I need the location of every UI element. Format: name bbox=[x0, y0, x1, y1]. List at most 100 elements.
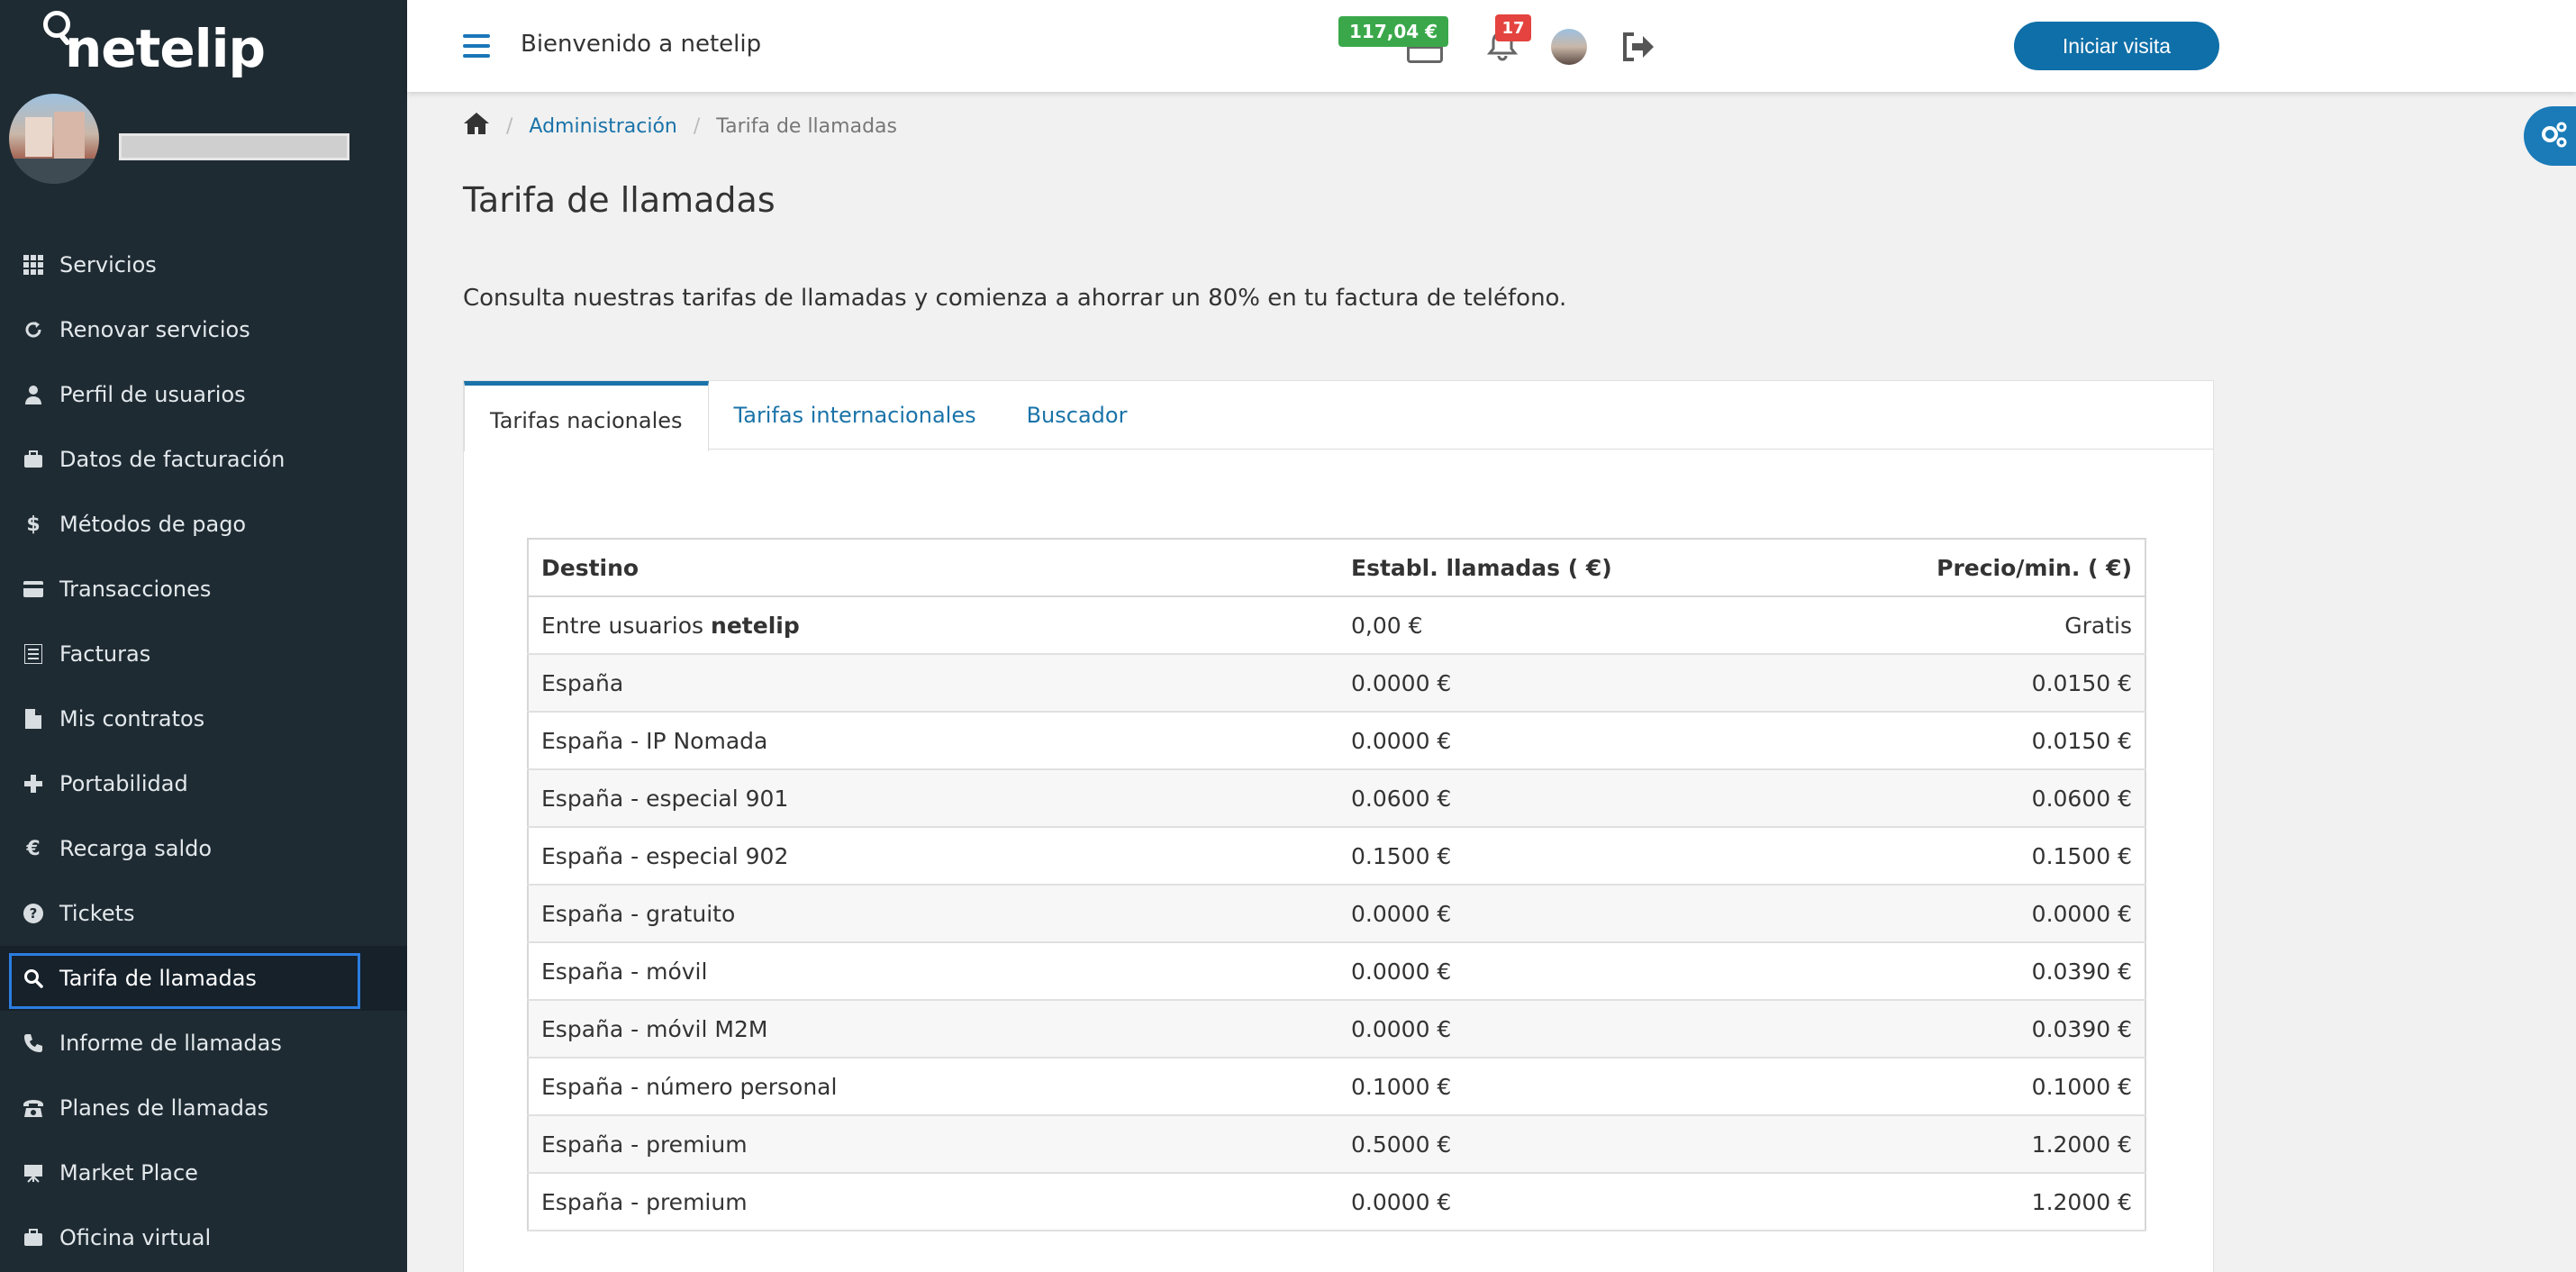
user-avatar[interactable] bbox=[9, 94, 99, 184]
balance-badge[interactable]: 117,04 € bbox=[1338, 16, 1449, 47]
phone-icon bbox=[22, 1031, 45, 1055]
cell-destino: España - móvil bbox=[528, 942, 1338, 1001]
sidebar-item-tarifa-llamadas[interactable]: Tarifa de llamadas bbox=[0, 946, 407, 1011]
cogs-icon bbox=[2537, 118, 2570, 154]
cell-precio: 0.1000 € bbox=[1717, 1058, 2145, 1116]
cell-destino: España - premium bbox=[528, 1173, 1338, 1231]
header-destino: Destino bbox=[528, 539, 1338, 597]
cell-destino: España - especial 902 bbox=[528, 827, 1338, 886]
sidebar-item-label: Oficina virtual bbox=[59, 1225, 212, 1250]
briefcase-icon bbox=[22, 448, 45, 471]
sidebar-item-facturas[interactable]: Facturas bbox=[0, 622, 407, 686]
sidebar-item-label: Planes de llamadas bbox=[59, 1095, 269, 1121]
sidebar-item-mis-contratos[interactable]: Mis contratos bbox=[0, 686, 407, 751]
welcome-text: Bienvenido a netelip bbox=[521, 31, 762, 58]
sidebar-item-tickets[interactable]: ? Tickets bbox=[0, 881, 407, 946]
user-menu-avatar[interactable] bbox=[1551, 29, 1587, 65]
sidebar-item-label: Portabilidad bbox=[59, 771, 188, 796]
cell-destino: España bbox=[528, 654, 1338, 713]
sidebar-item-portabilidad[interactable]: Portabilidad bbox=[0, 751, 407, 816]
telephone-icon bbox=[22, 1096, 45, 1120]
sidebar-item-label: Datos de facturación bbox=[59, 447, 286, 472]
cell-destino: España - número personal bbox=[528, 1058, 1338, 1116]
sidebar-item-label: Tickets bbox=[59, 901, 135, 926]
cell-destino: España - móvil M2M bbox=[528, 1000, 1338, 1058]
sidebar-item-renovar-servicios[interactable]: Renovar servicios bbox=[0, 297, 407, 362]
sidebar-item-servicios[interactable]: Servicios bbox=[0, 232, 407, 297]
sidebar-item-oficina-virtual[interactable]: Oficina virtual bbox=[0, 1205, 407, 1270]
sidebar-item-label: Informe de llamadas bbox=[59, 1031, 282, 1056]
cell-precio: 1.2000 € bbox=[1717, 1173, 2145, 1231]
home-icon[interactable] bbox=[463, 112, 490, 141]
cell-establecimiento: 0.1000 € bbox=[1338, 1058, 1717, 1116]
tab-tarifas-internacionales[interactable]: Tarifas internacionales bbox=[709, 381, 1002, 450]
sidebar-item-label: Tarifa de llamadas bbox=[59, 966, 257, 991]
sidebar-item-label: Perfil de usuarios bbox=[59, 382, 246, 407]
file-icon bbox=[22, 707, 45, 731]
cell-establecimiento: 0.0000 € bbox=[1338, 712, 1717, 770]
sidebar-item-recarga-saldo[interactable]: € Recarga saldo bbox=[0, 816, 407, 881]
sidebar-item-datos-facturacion[interactable]: Datos de facturación bbox=[0, 427, 407, 492]
sidebar: netelip Servicios Renovar servicios Perf… bbox=[0, 0, 407, 1272]
breadcrumb: / Administración / Tarifa de llamadas bbox=[463, 112, 897, 141]
cell-establecimiento: 0.0000 € bbox=[1338, 1000, 1717, 1058]
sidebar-item-market-place[interactable]: Market Place bbox=[0, 1140, 407, 1205]
sidebar-item-informe-llamadas[interactable]: Informe de llamadas bbox=[0, 1011, 407, 1076]
cell-precio: 0.0000 € bbox=[1717, 885, 2145, 943]
user-icon bbox=[22, 383, 45, 406]
sidebar-item-label: Renovar servicios bbox=[59, 317, 250, 342]
sidebar-item-label: Recarga saldo bbox=[59, 836, 213, 861]
cell-precio: 0.0390 € bbox=[1717, 942, 2145, 1001]
table-row: España - gratuito 0.0000 € 0.0000 € bbox=[528, 885, 2145, 943]
svg-text:?: ? bbox=[30, 905, 38, 922]
dollar-icon: $ bbox=[26, 513, 41, 536]
rates-panel: Tarifas nacionales Tarifas internacional… bbox=[463, 380, 2214, 1272]
sidebar-item-label: Métodos de pago bbox=[59, 512, 247, 537]
sidebar-item-label: Transacciones bbox=[59, 577, 212, 602]
cell-destino: España - especial 901 bbox=[528, 769, 1338, 828]
sidebar-item-planes-llamadas[interactable]: Planes de llamadas bbox=[0, 1076, 407, 1140]
start-tour-button[interactable]: Iniciar visita bbox=[2014, 22, 2219, 70]
header-establecimiento: Establ. llamadas ( €) bbox=[1338, 539, 1717, 597]
cell-establecimiento: 0.1500 € bbox=[1338, 827, 1717, 886]
grid-icon bbox=[22, 253, 45, 277]
user-name-redacted bbox=[119, 133, 349, 160]
tab-tarifas-nacionales[interactable]: Tarifas nacionales bbox=[464, 381, 709, 451]
list-icon bbox=[22, 642, 45, 666]
tab-buscador[interactable]: Buscador bbox=[1002, 381, 1153, 450]
header-precio-minuto: Precio/min. ( €) bbox=[1717, 539, 2145, 597]
plus-icon bbox=[22, 772, 45, 795]
table-row: España - premium 0.0000 € 1.2000 € bbox=[528, 1173, 2145, 1231]
page-title: Tarifa de llamadas bbox=[463, 180, 776, 220]
cell-establecimiento: 0.0600 € bbox=[1338, 769, 1717, 828]
cell-destino: España - gratuito bbox=[528, 885, 1338, 943]
sidebar-item-perfil-usuarios[interactable]: Perfil de usuarios bbox=[0, 362, 407, 427]
refresh-icon bbox=[22, 318, 45, 341]
cell-destino: España - premium bbox=[528, 1115, 1338, 1174]
table-row: España - especial 901 0.0600 € 0.0600 € bbox=[528, 769, 2145, 828]
sidebar-item-label: Facturas bbox=[59, 641, 151, 667]
cell-establecimiento: 0,00 € bbox=[1338, 596, 1717, 655]
credit-card-icon bbox=[22, 577, 45, 601]
table-row: España - número personal 0.1000 € 0.1000… bbox=[528, 1058, 2145, 1116]
table-row: España 0.0000 € 0.0150 € bbox=[528, 654, 2145, 713]
menu-toggle-icon[interactable] bbox=[463, 34, 490, 58]
sidebar-item-label: Market Place bbox=[59, 1160, 198, 1186]
cell-precio: 0.0150 € bbox=[1717, 712, 2145, 770]
logout-icon[interactable] bbox=[1619, 31, 1655, 63]
briefcase-icon bbox=[22, 1226, 45, 1249]
sidebar-item-label: Mis contratos bbox=[59, 706, 205, 731]
settings-panel-toggle[interactable] bbox=[2524, 106, 2576, 166]
cell-destino: Entre usuarios netelip bbox=[528, 596, 1338, 655]
cell-establecimiento: 0.0000 € bbox=[1338, 885, 1717, 943]
sidebar-item-transacciones[interactable]: Transacciones bbox=[0, 557, 407, 622]
breadcrumb-administracion[interactable]: Administración bbox=[529, 115, 676, 138]
table-row: España - premium 0.5000 € 1.2000 € bbox=[528, 1115, 2145, 1174]
easel-icon bbox=[22, 1161, 45, 1185]
sidebar-item-metodos-pago[interactable]: $ Métodos de pago bbox=[0, 492, 407, 557]
cell-precio: 0.0600 € bbox=[1717, 769, 2145, 828]
rates-table: Destino Establ. llamadas ( €) Precio/min… bbox=[527, 538, 2146, 1231]
cell-establecimiento: 0.0000 € bbox=[1338, 942, 1717, 1001]
table-row: España - móvil 0.0000 € 0.0390 € bbox=[528, 942, 2145, 1001]
table-row: Entre usuarios netelip 0,00 € Gratis bbox=[528, 596, 2145, 655]
